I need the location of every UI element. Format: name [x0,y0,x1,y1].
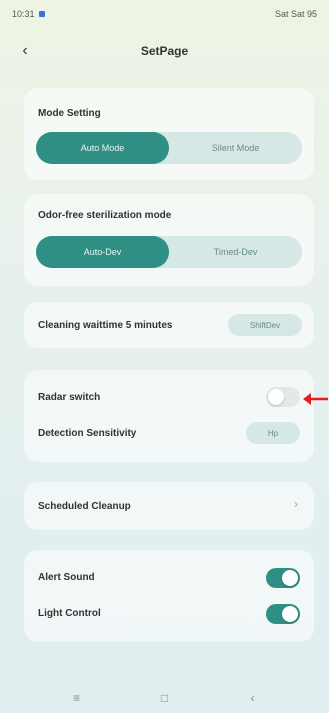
chevron-right-icon: › [294,497,298,511]
menu-icon[interactable]: ≡ [67,691,87,705]
toggle-knob [282,606,298,622]
mode-option-silent[interactable]: Silent Mode [169,132,302,164]
detection-sensitivity-label: Detection Sensitivity [38,428,137,439]
detection-sensitivity-button[interactable]: Hp [246,422,300,444]
light-control-toggle[interactable] [266,604,300,624]
cleaning-shift-button[interactable]: ShiftDev [228,314,302,336]
header: ‹ SetPage [0,32,329,70]
mode-segmented-control: Auto Mode Silent Mode [36,132,302,164]
toggle-knob [282,570,298,586]
radar-card: Radar switch Detection Sensitivity Hp [24,370,314,462]
odor-segmented-control: Auto-Dev Timed-Dev [36,236,302,268]
toggle-knob [268,389,284,405]
scheduled-cleanup-label: Scheduled Cleanup [38,501,131,512]
status-time: 10:31 [12,9,35,19]
light-control-label: Light Control [38,608,101,619]
system-nav-bar: ≡ □ ‹ [0,683,329,713]
scheduled-cleanup-card[interactable]: Scheduled Cleanup › [24,482,314,530]
radar-switch-label: Radar switch [38,392,101,403]
odor-option-auto[interactable]: Auto-Dev [36,236,169,268]
mode-setting-card: Mode Setting Auto Mode Silent Mode [24,88,314,180]
mode-setting-label: Mode Setting [38,108,101,119]
status-bar: 10:31 Sat Sat 95 [0,0,329,28]
back-icon[interactable]: ‹ [243,691,263,705]
notification-icon [38,11,45,17]
odor-option-timed[interactable]: Timed-Dev [169,236,302,268]
odor-mode-card: Odor-free sterilization mode Auto-Dev Ti… [24,194,314,286]
cleaning-label: Cleaning waittime 5 minutes [38,320,173,331]
home-icon[interactable]: □ [155,691,175,705]
cleaning-card: Cleaning waittime 5 minutes ShiftDev [24,302,314,348]
status-right: Sat Sat 95 [275,9,317,19]
annotation-arrow-icon [303,393,328,405]
page-title: SetPage [140,44,189,58]
alerts-card: Alert Sound Light Control [24,550,314,642]
status-indicators: Sat Sat 95 [274,9,317,19]
mode-option-auto[interactable]: Auto Mode [36,132,169,164]
alert-sound-toggle[interactable] [266,568,300,588]
odor-mode-label: Odor-free sterilization mode [38,210,172,221]
back-button[interactable]: ‹ [14,40,36,62]
status-left: 10:31 [12,9,45,19]
alert-sound-label: Alert Sound [38,572,95,583]
radar-switch-toggle[interactable] [266,387,300,407]
back-chevron-icon: ‹ [22,42,28,59]
